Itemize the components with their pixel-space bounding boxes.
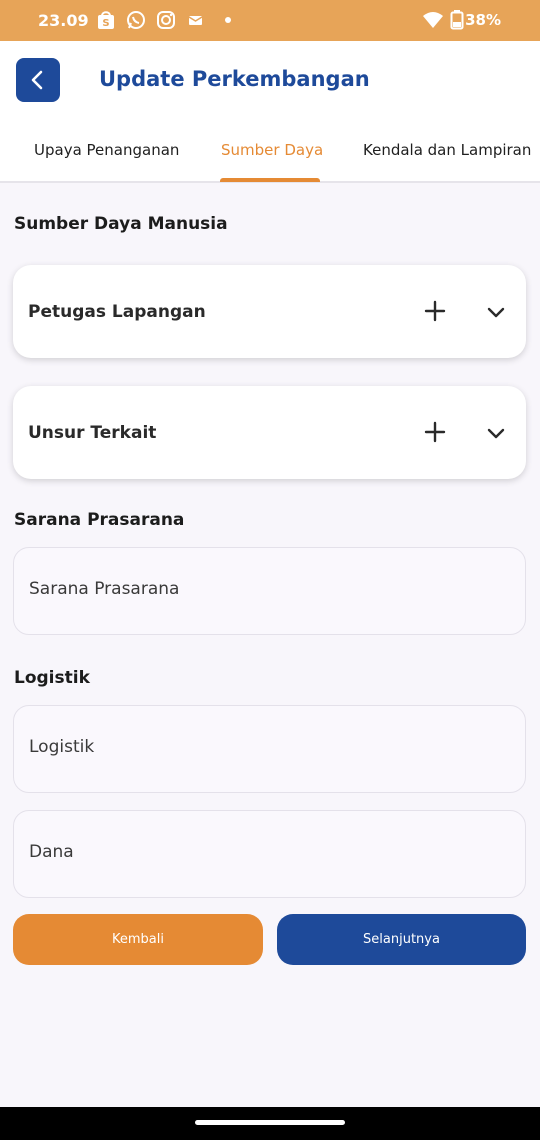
back-button[interactable]: [16, 58, 60, 102]
tab-sumber-daya[interactable]: Sumber Daya: [221, 141, 323, 159]
home-gesture-pill[interactable]: [195, 1120, 345, 1125]
page-title: Update Perkembangan: [99, 67, 370, 91]
tab-bar: Upaya Penanganan Sumber Daya Kendala dan…: [0, 119, 540, 183]
card-label: Unsur Terkait: [28, 423, 157, 443]
chevron-left-icon: [31, 70, 43, 90]
svg-text:S: S: [102, 18, 109, 29]
field-placeholder: Sarana Prasarana: [29, 579, 180, 599]
dot-icon: [225, 17, 231, 23]
instagram-icon: [157, 11, 175, 29]
status-time: 23.09: [38, 11, 89, 30]
plus-icon[interactable]: [423, 299, 447, 323]
chevron-down-icon[interactable]: [485, 422, 507, 444]
battery-icon: [450, 10, 464, 30]
app-header: Update Perkembangan: [0, 41, 540, 119]
field-placeholder: Logistik: [29, 737, 95, 757]
dana-field[interactable]: Dana: [13, 810, 526, 898]
field-placeholder: Dana: [29, 842, 74, 862]
plus-icon[interactable]: [423, 420, 447, 444]
section-title-sarana: Sarana Prasarana: [14, 510, 185, 530]
system-nav-bar: [0, 1107, 540, 1140]
active-tab-indicator: [220, 178, 320, 182]
card-label: Petugas Lapangan: [28, 302, 206, 322]
card-petugas-lapangan[interactable]: Petugas Lapangan: [13, 265, 526, 358]
sarana-prasarana-field[interactable]: Sarana Prasarana: [13, 547, 526, 635]
kembali-button[interactable]: Kembali: [13, 914, 263, 965]
section-title-logistik: Logistik: [14, 668, 90, 688]
logistik-field[interactable]: Logistik: [13, 705, 526, 793]
section-title-sdm: Sumber Daya Manusia: [14, 214, 228, 234]
tab-kendala-lampiran[interactable]: Kendala dan Lampiran: [363, 141, 531, 159]
whatsapp-icon: [127, 11, 145, 29]
mail-icon: [188, 16, 203, 25]
shopee-icon: S: [98, 11, 114, 29]
selanjutnya-button[interactable]: Selanjutnya: [277, 914, 526, 965]
card-unsur-terkait[interactable]: Unsur Terkait: [13, 386, 526, 479]
battery-percent: 38%: [465, 11, 501, 29]
wifi-icon: [423, 12, 443, 28]
status-bar: 23.09 S 38%: [0, 0, 540, 41]
tab-upaya-penanganan[interactable]: Upaya Penanganan: [34, 141, 179, 159]
chevron-down-icon[interactable]: [485, 301, 507, 323]
